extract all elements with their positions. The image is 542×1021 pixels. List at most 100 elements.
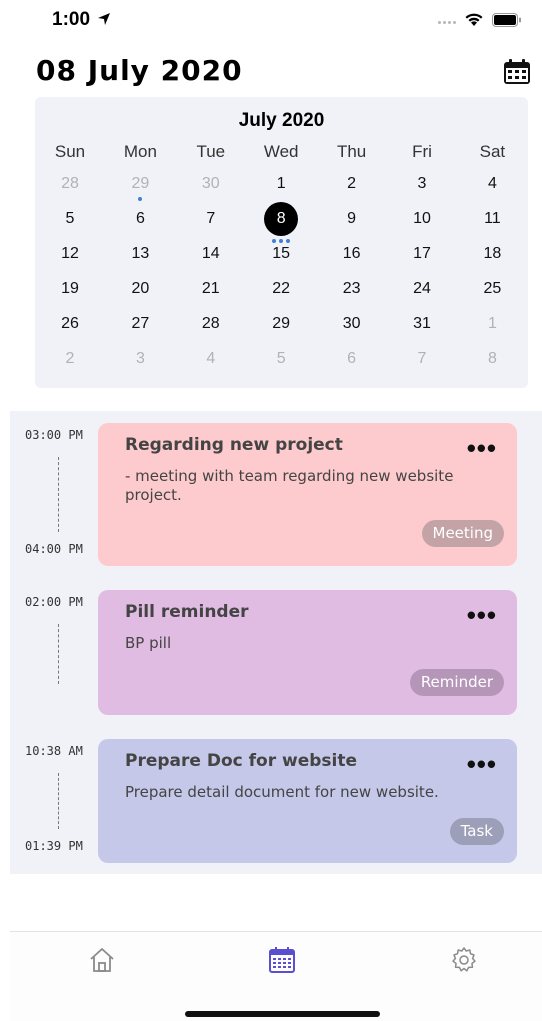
more-options-icon[interactable]: •••: [467, 751, 497, 777]
calendar-day[interactable]: 11: [472, 204, 512, 234]
event-category-tag: Reminder: [409, 669, 504, 696]
calendar-day[interactable]: 6: [120, 204, 160, 234]
calendar-day[interactable]: 23: [332, 274, 372, 304]
home-indicator: [185, 1011, 380, 1017]
event-duration-line: [58, 773, 59, 829]
calendar-icon[interactable]: [502, 58, 532, 86]
calendar-day-number: 3: [417, 175, 427, 192]
calendar-day-number: 12: [61, 245, 79, 262]
cellular-signal-icon: [438, 21, 456, 24]
calendar-day[interactable]: 6: [332, 344, 372, 374]
calendar-day[interactable]: 12: [50, 239, 90, 269]
calendar-day-number: 22: [272, 280, 291, 297]
tab-bar: [10, 931, 542, 1021]
events-list: 03:00 PM 04:00 PM Regarding new project - m…: [10, 411, 542, 874]
calendar-day[interactable]: 30: [191, 169, 231, 199]
event-description: BP pill: [125, 634, 172, 652]
calendar-day-number: 7: [417, 350, 427, 367]
event-indicator-dots: [120, 197, 160, 201]
calendar-day[interactable]: 27: [120, 309, 160, 339]
calendar-day[interactable]: 15: [261, 239, 301, 269]
calendar-day[interactable]: 3: [120, 344, 160, 374]
more-options-icon[interactable]: •••: [467, 602, 497, 628]
event-title: Regarding new project: [125, 435, 343, 455]
event-card[interactable]: Regarding new project - meeting with team…: [98, 423, 517, 566]
calendar-day-number: 2: [65, 350, 75, 367]
calendar-day-number: 3: [135, 350, 145, 367]
calendar-day[interactable]: 29: [120, 169, 160, 201]
event-duration-line: [58, 624, 59, 684]
calendar-day-number: 8: [487, 350, 497, 367]
calendar-day[interactable]: 22: [261, 274, 301, 304]
event-start-time: 03:00 PM: [25, 428, 83, 442]
calendar-day[interactable]: 24: [402, 274, 442, 304]
calendar-day[interactable]: 10: [402, 204, 442, 234]
calendar-day[interactable]: 5: [50, 204, 90, 234]
more-options-icon[interactable]: •••: [467, 435, 497, 461]
weekday-label: Mon: [123, 142, 157, 161]
calendar-day[interactable]: 4: [472, 169, 512, 199]
calendar-day-number: 16: [342, 245, 361, 262]
calendar-day-selected[interactable]: 8: [261, 202, 301, 243]
calendar-day[interactable]: 2: [332, 169, 372, 199]
calendar-day[interactable]: 14: [191, 239, 231, 269]
calendar-day-number: 28: [201, 315, 220, 332]
calendar-day[interactable]: 13: [120, 239, 160, 269]
status-time-text: 1:00: [52, 9, 91, 30]
calendar-day[interactable]: 26: [50, 309, 90, 339]
header: 08 July 2020: [36, 54, 532, 94]
calendar-day[interactable]: 8: [472, 344, 512, 374]
calendar-day[interactable]: 3: [402, 169, 442, 199]
event-start-time: 10:38 AM: [25, 744, 83, 758]
calendar-day[interactable]: 18: [472, 239, 512, 269]
home-tab-icon[interactable]: [88, 946, 116, 974]
calendar-day[interactable]: 31: [402, 309, 442, 339]
calendar-day[interactable]: 7: [402, 344, 442, 374]
calendar-day-number: 21: [201, 280, 220, 297]
settings-tab-icon[interactable]: [450, 946, 478, 974]
calendar-day[interactable]: 19: [50, 274, 90, 304]
calendar-day-number: 6: [347, 350, 357, 367]
calendar-day[interactable]: 1: [261, 169, 301, 199]
calendar-day[interactable]: 25: [472, 274, 512, 304]
calendar-day[interactable]: 16: [332, 239, 372, 269]
calendar-day[interactable]: 20: [120, 274, 160, 304]
weekday-label: Sun: [54, 142, 86, 161]
calendar-day[interactable]: 5: [261, 344, 301, 374]
calendar-day-number: 5: [65, 210, 75, 227]
status-bar: 1:00: [0, 0, 542, 44]
calendar-day-number: 17: [413, 245, 431, 262]
weekday-label: Sat: [479, 142, 506, 161]
calendar-day[interactable]: 4: [191, 344, 231, 374]
calendar-day-number: 20: [131, 280, 150, 297]
event-card[interactable]: Prepare Doc for website Prepare detail do…: [98, 739, 517, 863]
calendar-day[interactable]: 29: [261, 309, 301, 339]
location-arrow-icon: [98, 13, 111, 25]
event-card[interactable]: Pill reminder BP pill ••• Reminder: [98, 590, 517, 715]
event-end-time: 04:00 PM: [25, 542, 83, 556]
calendar-day[interactable]: 2: [50, 344, 90, 374]
calendar-day[interactable]: 17: [402, 239, 442, 269]
page-title: 08 July 2020: [36, 54, 243, 87]
calendar-day[interactable]: 1: [472, 309, 512, 339]
event-end-time: 01:39 PM: [25, 839, 83, 853]
calendar-day-number: 23: [342, 280, 361, 297]
weekday-label: Wed: [263, 142, 299, 161]
calendar-tab-icon[interactable]: [268, 946, 296, 974]
calendar-day[interactable]: 7: [191, 204, 231, 234]
calendar-day[interactable]: 9: [332, 204, 372, 234]
calendar-day[interactable]: 21: [191, 274, 231, 304]
weekday-label: Thu: [336, 142, 367, 161]
calendar-day[interactable]: 28: [50, 169, 90, 199]
battery-icon: [492, 12, 521, 27]
event-title: Prepare Doc for website: [125, 751, 358, 771]
calendar-day[interactable]: 30: [332, 309, 372, 339]
event-start-time: 02:00 PM: [25, 595, 83, 609]
weekday-label: Tue: [196, 142, 226, 161]
calendar-day[interactable]: 28: [191, 309, 231, 339]
calendar-day-number: 7: [206, 210, 216, 227]
calendar-day-number: 2: [347, 175, 357, 192]
event-category-tag: Meeting: [421, 520, 504, 547]
event-title: Pill reminder: [125, 602, 249, 622]
calendar-day-number: 4: [206, 350, 216, 367]
